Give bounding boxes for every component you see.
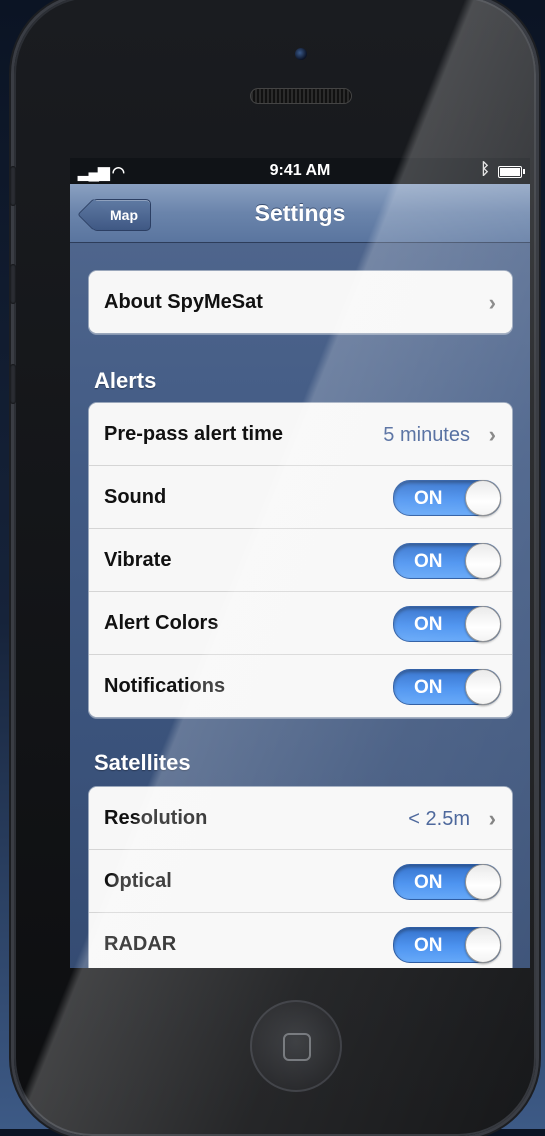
radar-toggle[interactable]: ON (393, 927, 501, 963)
optical-row: Optical ON (89, 850, 512, 913)
vibrate-label: Vibrate (104, 549, 172, 571)
radar-label: RADAR (104, 933, 177, 955)
toggle-knob (465, 480, 501, 516)
front-camera (295, 48, 307, 60)
navigation-bar: Map Settings (70, 184, 530, 243)
resolution-value: < 2.5m (408, 808, 470, 830)
toggle-state: ON (414, 488, 443, 509)
vibrate-row: Vibrate ON (89, 529, 512, 592)
notifications-label: Notifications (104, 675, 226, 697)
alerts-group: Pre-pass alert time 5 minutes › Sound ON… (88, 402, 513, 718)
home-square-icon (283, 1033, 311, 1061)
sound-row: Sound ON (89, 466, 512, 529)
status-bar: ▂▄▆ ◠ 9:41 AM ᛒ (70, 158, 530, 184)
battery-icon (498, 166, 525, 178)
about-group: About SpyMeSat › (88, 270, 513, 334)
status-time: 9:41 AM (269, 162, 331, 179)
prepass-value: 5 minutes (383, 424, 470, 446)
volume-down-button (10, 364, 16, 404)
toggle-knob (465, 864, 501, 900)
radar-row: RADAR ON (89, 913, 512, 968)
toggle-knob (465, 606, 501, 642)
toggle-state: ON (414, 551, 443, 572)
earpiece-speaker (250, 88, 352, 104)
home-button[interactable] (250, 1000, 342, 1092)
toggle-knob (465, 669, 501, 705)
sound-toggle[interactable]: ON (393, 480, 501, 516)
bluetooth-icon: ᛒ (480, 161, 490, 178)
prepass-alert-row[interactable]: Pre-pass alert time 5 minutes › (89, 403, 512, 466)
chevron-right-icon: › (488, 806, 496, 831)
toggle-state: ON (414, 677, 443, 698)
satellites-group: Resolution < 2.5m › Optical ON RADAR ON (88, 786, 513, 968)
resolution-label: Resolution (104, 807, 208, 829)
about-label: About SpyMeSat (104, 291, 263, 313)
section-header-satellites: Satellites (94, 750, 191, 775)
optical-label: Optical (104, 870, 172, 892)
alert-colors-toggle[interactable]: ON (393, 606, 501, 642)
screen: ▂▄▆ ◠ 9:41 AM ᛒ Map Settings About SpyMe… (70, 158, 530, 968)
optical-toggle[interactable]: ON (393, 864, 501, 900)
resolution-row[interactable]: Resolution < 2.5m › (89, 787, 512, 850)
toggle-state: ON (414, 872, 443, 893)
chevron-right-icon: › (488, 290, 496, 315)
alert-colors-label: Alert Colors (104, 612, 219, 634)
page-title: Settings (254, 200, 346, 226)
alert-colors-row: Alert Colors ON (89, 592, 512, 655)
sound-label: Sound (104, 486, 167, 508)
prepass-label: Pre-pass alert time (104, 423, 283, 445)
toggle-knob (465, 543, 501, 579)
section-header-alerts: Alerts (94, 368, 157, 393)
volume-up-button (10, 264, 16, 304)
toggle-knob (465, 927, 501, 963)
mute-switch (10, 166, 16, 206)
notifications-row: Notifications ON (89, 655, 512, 717)
vibrate-toggle[interactable]: ON (393, 543, 501, 579)
toggle-state: ON (414, 935, 443, 956)
chevron-right-icon: › (488, 422, 496, 447)
notifications-toggle[interactable]: ON (393, 669, 501, 705)
phone-frame: ▂▄▆ ◠ 9:41 AM ᛒ Map Settings About SpyMe… (10, 0, 536, 1136)
about-row[interactable]: About SpyMeSat › (89, 271, 512, 333)
toggle-state: ON (414, 614, 443, 635)
